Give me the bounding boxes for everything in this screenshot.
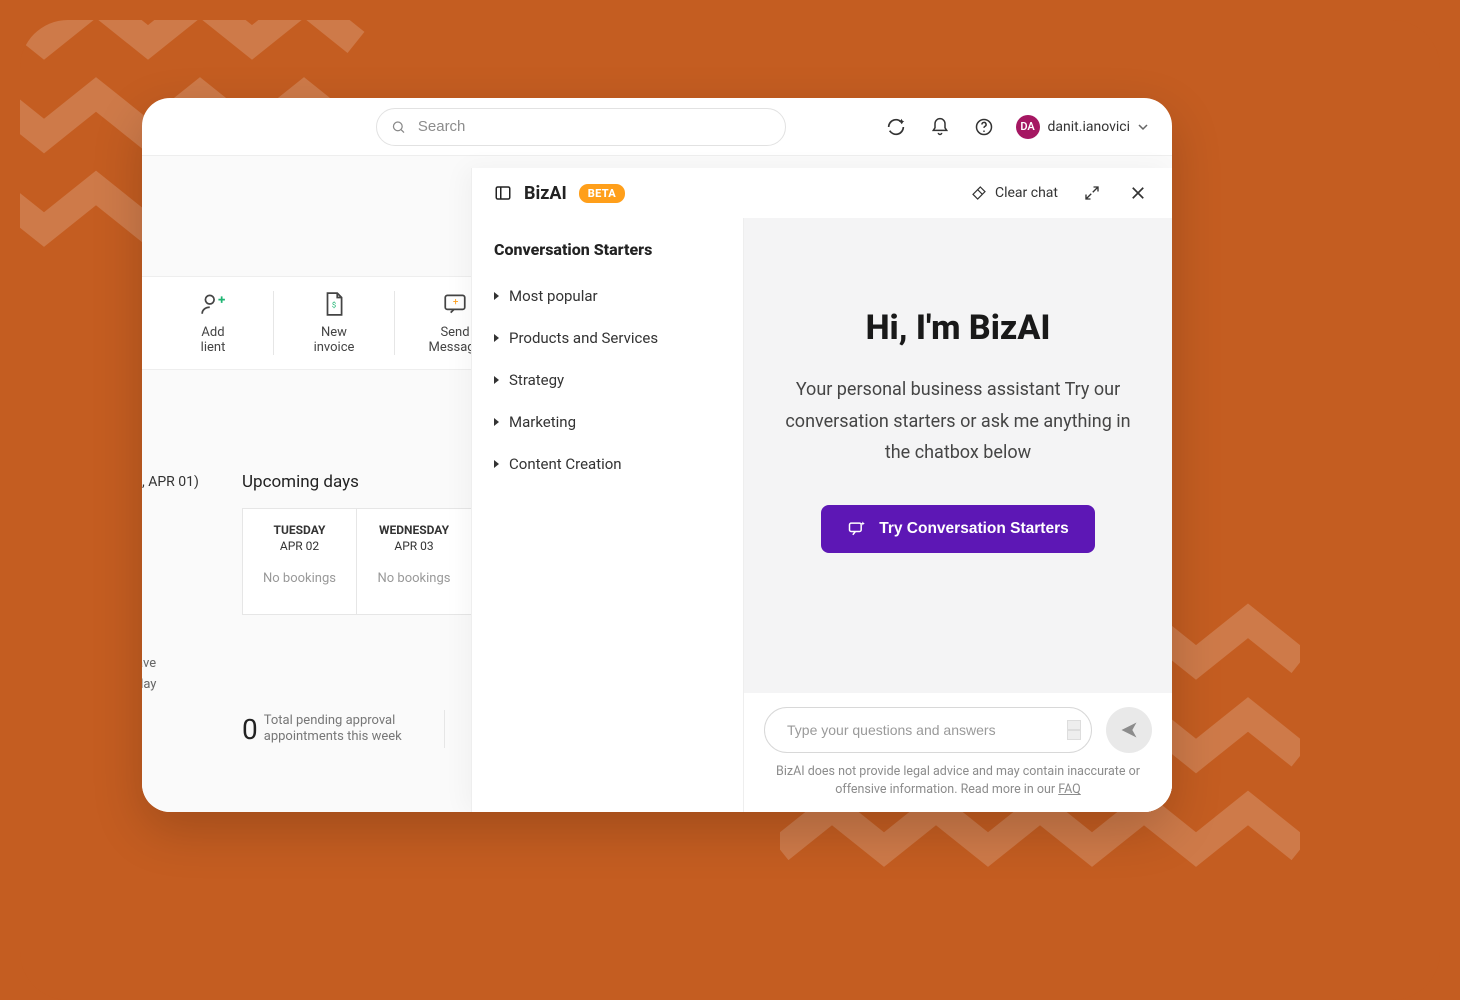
stats-row: 0 Total pending approval appointments th…	[242, 710, 491, 748]
starter-label: Marketing	[509, 413, 576, 431]
quick-action-label: Addlient	[201, 325, 226, 355]
day-name: WEDNESDAY	[367, 523, 461, 537]
stat-value: 0	[242, 713, 258, 746]
svg-text:$: $	[332, 300, 336, 309]
send-button[interactable]	[1106, 707, 1152, 753]
starter-label: Content Creation	[509, 455, 622, 473]
chat-input-bar	[744, 693, 1172, 763]
try-starters-button[interactable]: Try Conversation Starters	[821, 505, 1095, 553]
chat-input-field[interactable]	[764, 707, 1092, 753]
broom-icon	[971, 185, 987, 201]
bizai-body: Conversation Starters Most popular Produ…	[472, 218, 1172, 812]
quick-action-label: Newinvoice	[314, 325, 355, 355]
starter-item-marketing[interactable]: Marketing	[494, 401, 721, 443]
day-card[interactable]: TUESDAY APR 02 No bookings	[243, 509, 357, 614]
help-icon[interactable]	[972, 115, 996, 139]
starter-label: Most popular	[509, 287, 598, 305]
day-card[interactable]: WEDNESDAY APR 03 No bookings	[357, 509, 471, 614]
quick-action-add-client[interactable]: Addlient	[153, 291, 273, 355]
panel-collapse-icon[interactable]	[494, 184, 512, 202]
stat-label: Total pending approval appointments this…	[264, 713, 414, 746]
topbar: DA danit.ianovici	[142, 98, 1172, 156]
day-date: APR 02	[253, 539, 346, 553]
upcoming-days-title: Upcoming days	[242, 472, 359, 492]
chevron-right-icon	[494, 376, 499, 384]
chat-scroll[interactable]: Hi, I'm BizAI Your personal business ass…	[744, 218, 1172, 693]
starter-item-products-services[interactable]: Products and Services	[494, 317, 721, 359]
quick-action-new-invoice[interactable]: $ Newinvoice	[274, 291, 394, 355]
bell-icon[interactable]	[928, 115, 952, 139]
chevron-right-icon	[494, 418, 499, 426]
search-field[interactable]	[376, 108, 786, 146]
user-plus-icon	[200, 291, 226, 317]
starters-heading: Conversation Starters	[494, 240, 721, 259]
chevron-right-icon	[494, 460, 499, 468]
starter-item-strategy[interactable]: Strategy	[494, 359, 721, 401]
clear-chat-label: Clear chat	[995, 185, 1058, 201]
chat-input[interactable]	[787, 722, 1067, 738]
expand-icon[interactable]	[1080, 181, 1104, 205]
message-icon: +	[442, 291, 468, 317]
send-icon	[1119, 720, 1139, 740]
starter-label: Strategy	[509, 371, 564, 389]
faq-link[interactable]: FAQ	[1058, 782, 1081, 797]
stepper-up-icon[interactable]	[1067, 720, 1081, 730]
svg-text:+: +	[453, 297, 459, 308]
day-status: No bookings	[367, 571, 461, 586]
app-window: DA danit.ianovici Addlient $ Newinvoice …	[142, 98, 1172, 812]
separator	[444, 710, 445, 748]
close-icon[interactable]	[1126, 181, 1150, 205]
day-date: APR 03	[367, 539, 461, 553]
bizai-panel: BizAI BETA Clear chat Conversation Start…	[471, 168, 1172, 812]
cta-label: Try Conversation Starters	[879, 520, 1069, 538]
chevron-right-icon	[494, 334, 499, 342]
stepper-down-icon[interactable]	[1067, 730, 1081, 740]
sidebar-note-partial: aveday	[142, 654, 156, 696]
user-menu[interactable]: DA danit.ianovici	[1016, 115, 1148, 139]
bizai-header: BizAI BETA Clear chat	[472, 168, 1172, 218]
search-input[interactable]	[418, 118, 771, 135]
beta-badge: BETA	[579, 184, 625, 203]
greeting-heading: Hi, I'm BizAI	[772, 308, 1144, 348]
chat-area: Hi, I'm BizAI Your personal business ass…	[744, 218, 1172, 812]
starter-label: Products and Services	[509, 329, 658, 347]
chat-sparkle-icon	[847, 519, 867, 539]
bizai-title: BizAI	[524, 183, 567, 204]
invoice-icon: $	[321, 291, 347, 317]
today-date-partial: N, APR 01)	[142, 474, 199, 490]
chevron-right-icon	[494, 292, 499, 300]
starter-item-content-creation[interactable]: Content Creation	[494, 443, 721, 485]
avatar: DA	[1016, 115, 1040, 139]
day-name: TUESDAY	[253, 523, 346, 537]
conversation-starters-sidebar: Conversation Starters Most popular Produ…	[472, 218, 744, 812]
upcoming-days-list: TUESDAY APR 02 No bookings WEDNESDAY APR…	[242, 508, 472, 615]
resize-stepper[interactable]	[1067, 720, 1081, 740]
refresh-sparkle-icon[interactable]	[884, 115, 908, 139]
topbar-actions: DA danit.ianovici	[884, 115, 1148, 139]
clear-chat-button[interactable]: Clear chat	[971, 185, 1058, 201]
day-status: No bookings	[253, 571, 346, 586]
disclaimer-text: BizAI does not provide legal advice and …	[744, 763, 1172, 813]
chevron-down-icon	[1138, 122, 1148, 132]
greeting-subtitle: Your personal business assistant Try our…	[772, 374, 1144, 469]
starter-item-most-popular[interactable]: Most popular	[494, 275, 721, 317]
search-icon	[391, 119, 406, 135]
user-name: danit.ianovici	[1048, 119, 1130, 135]
